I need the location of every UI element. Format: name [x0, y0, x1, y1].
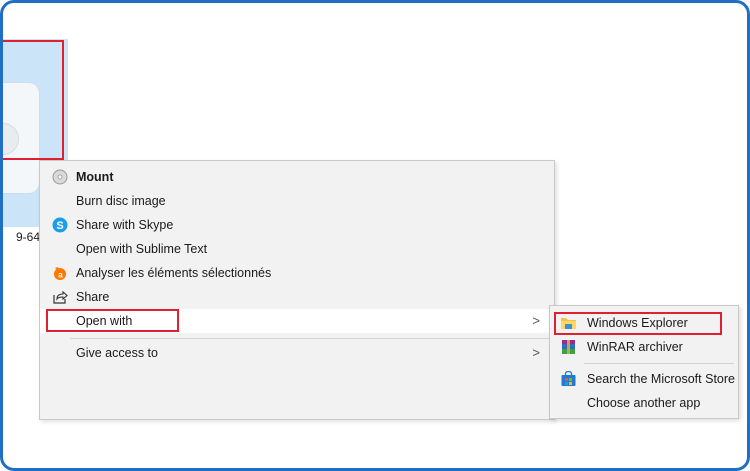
menu-separator [70, 338, 550, 339]
submenu-item-winrar-archiver[interactable]: WinRAR archiver [550, 335, 738, 359]
store-icon [561, 371, 576, 386]
open-with-submenu: Windows Explorer WinRAR archiver Search [549, 305, 739, 419]
chevron-right-icon: > [532, 313, 540, 328]
menu-item-share[interactable]: Share [40, 285, 554, 309]
menu-item-label: Give access to [76, 346, 158, 360]
winrar-icon [562, 340, 575, 354]
open-with-highlight-box [46, 309, 179, 332]
menu-item-analyser[interactable]: a Analyser les éléments sélectionnés [40, 261, 554, 285]
menu-item-label: Share with Skype [76, 218, 174, 232]
submenu-item-label: Choose another app [587, 396, 701, 410]
menu-item-label: Open with Sublime Text [76, 242, 208, 256]
svg-text:a: a [58, 271, 63, 280]
svg-text:S: S [56, 220, 63, 232]
submenu-item-label: Search the Microsoft Store [587, 372, 735, 386]
chevron-right-icon: > [532, 345, 540, 360]
submenu-item-label: WinRAR archiver [587, 340, 683, 354]
menu-item-mount[interactable]: Mount [40, 165, 554, 189]
avast-icon: a [54, 267, 66, 280]
disc-icon [52, 169, 68, 185]
menu-item-label: Share [76, 290, 110, 304]
share-icon [53, 290, 68, 304]
file-highlight-box [3, 40, 64, 160]
menu-item-label: Mount [76, 170, 114, 184]
menu-item-open-with-sublime-text[interactable]: Open with Sublime Text [40, 237, 554, 261]
screenshot-frame: 9-64 Mount Burn disc image S Share with … [0, 0, 750, 471]
menu-item-label: Analyser les éléments sélectionnés [76, 266, 272, 280]
menu-item-burn-disc-image[interactable]: Burn disc image [40, 189, 554, 213]
submenu-item-choose-another-app[interactable]: Choose another app [550, 391, 738, 415]
context-menu: Mount Burn disc image S Share with Skype… [39, 160, 555, 420]
menu-item-share-with-skype[interactable]: S Share with Skype [40, 213, 554, 237]
windows-explorer-highlight-box [554, 312, 722, 335]
file-name-label: 9-64 [16, 230, 41, 244]
menu-item-give-access-to[interactable]: Give access to > [40, 341, 554, 365]
menu-item-label: Burn disc image [76, 194, 166, 208]
submenu-separator [584, 363, 734, 364]
skype-icon: S [52, 217, 68, 233]
submenu-item-search-microsoft-store[interactable]: Search the Microsoft Store [550, 367, 738, 391]
